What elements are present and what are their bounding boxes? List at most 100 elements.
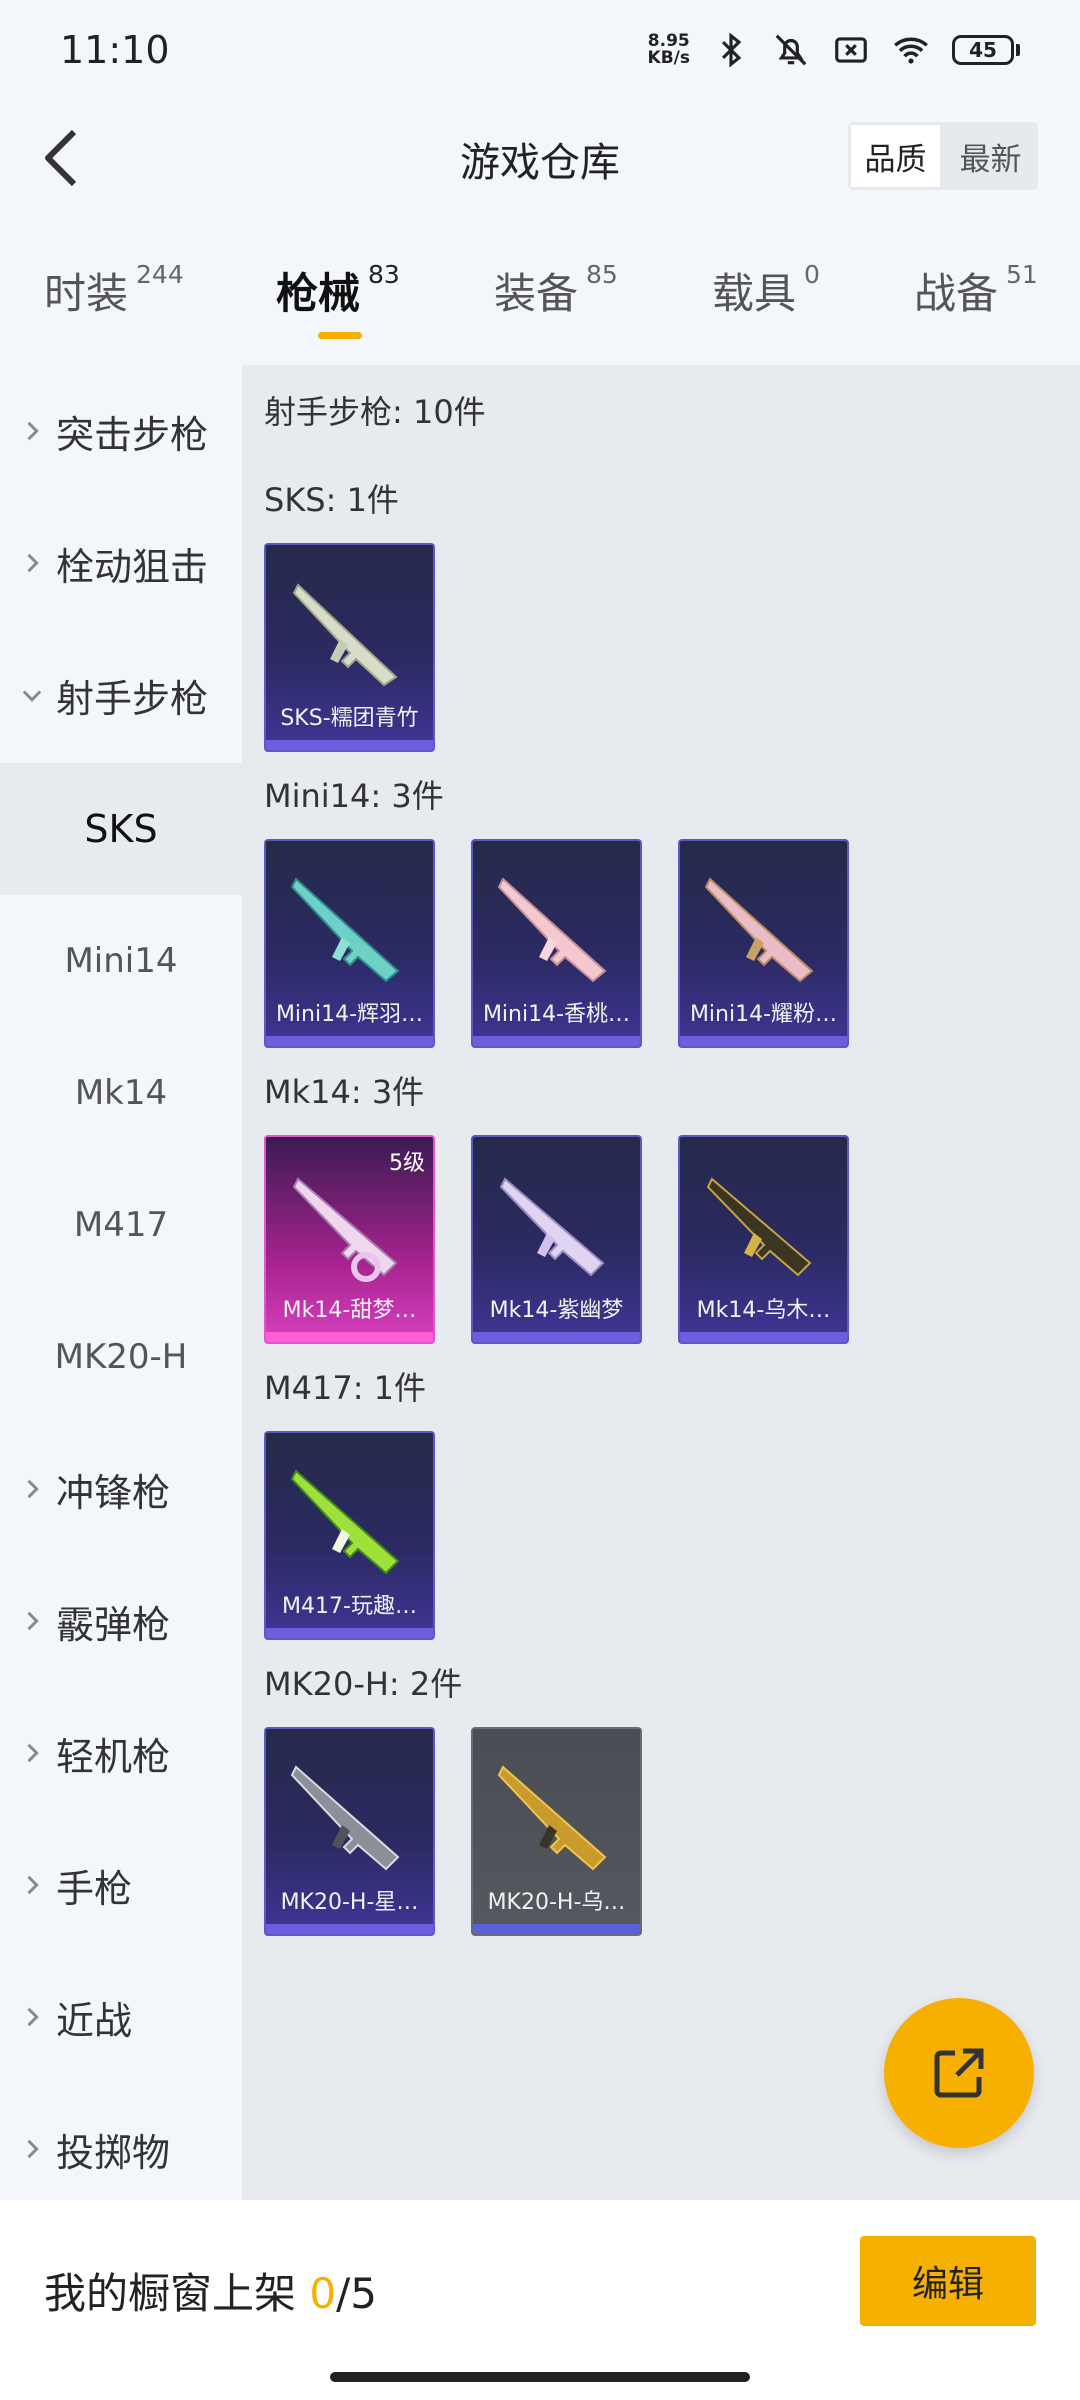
weapon-name: SKS-糯团青竹 — [280, 706, 419, 731]
rifle-skin-icon — [290, 877, 400, 983]
tab-supplies[interactable]: 战备 51 — [914, 260, 1038, 321]
sidebar-item-melee[interactable]: 近战 — [0, 1951, 242, 2083]
group-title: SKS: 1件 — [264, 481, 399, 519]
chevron-right-icon — [27, 1479, 39, 1499]
tab-label: 战备 — [914, 269, 999, 318]
battery-level: 45 — [952, 35, 1014, 65]
share-button[interactable] — [884, 1998, 1034, 2148]
weapon-card[interactable]: Mk14-紫幽梦 — [471, 1135, 642, 1344]
active-tab-indicator — [318, 332, 362, 339]
sidebar-sub-mk14[interactable]: Mk14 — [0, 1027, 242, 1159]
tab-equipment[interactable]: 装备 85 — [494, 260, 618, 321]
showcase-total: /5 — [336, 2269, 377, 2318]
bluetooth-icon — [721, 32, 742, 68]
rifle-skin-icon — [704, 877, 814, 983]
chevron-right-icon — [27, 1611, 39, 1631]
group-title: Mini14: 3件 — [264, 777, 444, 815]
sidebar-sub-sks[interactable]: SKS — [0, 763, 242, 895]
weapon-name: Mk14-紫幽梦 — [489, 1298, 624, 1323]
sidebar-item-label: 投掷物 — [56, 2130, 171, 2175]
share-external-icon — [934, 2048, 984, 2098]
rifle-skin-icon — [497, 1765, 607, 1871]
sidebar-item-smg[interactable]: 冲锋枪 — [0, 1423, 242, 1555]
bell-muted-icon — [775, 34, 807, 66]
sidebar-item-label: 栓动狙击 — [56, 544, 209, 589]
net-speed-unit: KB/s — [647, 48, 690, 68]
sort-quality-button[interactable]: 品质 — [848, 122, 943, 190]
status-bar: 11:10 8.95 KB/s 45 — [0, 0, 1080, 100]
rarity-bar — [473, 1332, 640, 1342]
weapon-category-sidebar: 突击步枪 栓动狙击 射手步枪 SKS Mini14 Mk14 M417 MK20… — [0, 365, 242, 2200]
home-indicator[interactable] — [330, 2372, 750, 2382]
weapon-card[interactable]: Mk14-乌木… — [678, 1135, 849, 1344]
sidebar-item-throwable[interactable]: 投掷物 — [0, 2083, 242, 2215]
header: 游戏仓库 品质 最新 — [0, 100, 1080, 215]
weapon-name: Mini14-香桃… — [482, 1002, 631, 1027]
sidebar-item-bolt-sniper[interactable]: 栓动狙击 — [0, 497, 242, 629]
sidebar-sub-m417[interactable]: M417 — [0, 1159, 242, 1291]
rarity-bar — [680, 1036, 847, 1046]
tab-count: 85 — [586, 260, 618, 289]
sidebar-sub-mini14[interactable]: Mini14 — [0, 895, 242, 1027]
status-icons: 8.95 KB/s 45 — [648, 31, 1020, 69]
sidebar-item-label: 手枪 — [56, 1866, 133, 1911]
rarity-bar — [266, 740, 433, 750]
tab-label: 装备 — [494, 269, 579, 318]
rarity-bar — [266, 1628, 433, 1638]
edit-button[interactable]: 编辑 — [860, 2236, 1036, 2326]
group-title: M417: 1件 — [264, 1369, 427, 1407]
weapon-card[interactable]: MK20-H-乌… — [471, 1727, 642, 1936]
category-summary: 射手步枪: 10件 — [264, 393, 486, 431]
chevron-right-icon — [27, 2139, 39, 2159]
tab-count: 0 — [804, 260, 820, 289]
weapon-name: MK20-H-乌… — [487, 1890, 626, 1915]
status-time: 11:10 — [60, 28, 170, 72]
weapon-list: 射手步枪: 10件 SKS: 1件 SKS-糯团青竹 Mini14: 3件 Mi… — [242, 365, 1080, 2200]
sidebar-item-assault-rifle[interactable]: 突击步枪 — [0, 365, 242, 497]
weapon-card[interactable]: Mini14-耀粉… — [678, 839, 849, 1048]
chevron-right-icon — [27, 421, 39, 441]
tab-label: 枪械 — [276, 269, 361, 318]
battery-icon: 45 — [952, 35, 1020, 65]
sidebar-item-label: 射手步枪 — [56, 676, 209, 721]
back-arrow-icon — [45, 129, 77, 187]
chevron-down-icon — [22, 690, 42, 702]
sort-toggle: 品质 最新 — [848, 122, 1038, 190]
net-speed: 8.95 KB/s — [648, 33, 690, 67]
sidebar-item-lmg[interactable]: 轻机枪 — [0, 1687, 242, 1819]
sidebar-sub-mk20h[interactable]: MK20-H — [0, 1291, 242, 1423]
weapon-card[interactable]: SKS-糯团青竹 — [264, 543, 435, 752]
weapon-name: M417-玩趣… — [282, 1594, 417, 1619]
tab-count: 83 — [368, 260, 400, 289]
weapon-card[interactable]: MK20-H-星… — [264, 1727, 435, 1936]
weapon-name: Mini14-耀粉… — [689, 1002, 838, 1027]
tab-guns[interactable]: 枪械 83 — [276, 260, 400, 321]
weapon-name: MK20-H-星… — [280, 1890, 419, 1915]
back-button[interactable] — [28, 124, 96, 192]
rarity-bar — [473, 1924, 640, 1934]
group-title: MK20-H: 2件 — [264, 1665, 463, 1703]
rarity-bar — [266, 1924, 433, 1934]
rifle-skin-icon — [292, 1177, 398, 1282]
weapon-card[interactable]: Mini14-香桃… — [471, 839, 642, 1048]
weapon-card[interactable]: 5级 Mk14-甜梦… — [264, 1135, 435, 1344]
chevron-right-icon — [27, 1743, 39, 1763]
rarity-bar — [680, 1332, 847, 1342]
sidebar-item-pistol[interactable]: 手枪 — [0, 1819, 242, 1951]
showcase-status: 我的橱窗上架 0/5 — [44, 2260, 377, 2321]
showcase-label: 我的橱窗上架 — [44, 2269, 297, 2318]
sidebar-item-label: 轻机枪 — [56, 1734, 171, 1779]
tab-fashion[interactable]: 时装 244 — [44, 260, 184, 321]
rifle-skin-icon — [499, 1177, 605, 1277]
rifle-skin-icon — [497, 877, 607, 983]
tab-vehicles[interactable]: 载具 0 — [712, 260, 820, 321]
sidebar-item-shotgun[interactable]: 霰弹枪 — [0, 1555, 242, 1687]
sidebar-item-dmr[interactable]: 射手步枪 — [0, 629, 242, 761]
rarity-bar — [266, 1036, 433, 1046]
rifle-skin-icon — [292, 583, 398, 687]
tab-label: 时装 — [44, 269, 129, 318]
weapon-card[interactable]: M417-玩趣… — [264, 1431, 435, 1640]
sort-latest-button[interactable]: 最新 — [943, 122, 1038, 190]
tab-count: 244 — [136, 260, 184, 289]
weapon-card[interactable]: Mini14-辉羽… — [264, 839, 435, 1048]
